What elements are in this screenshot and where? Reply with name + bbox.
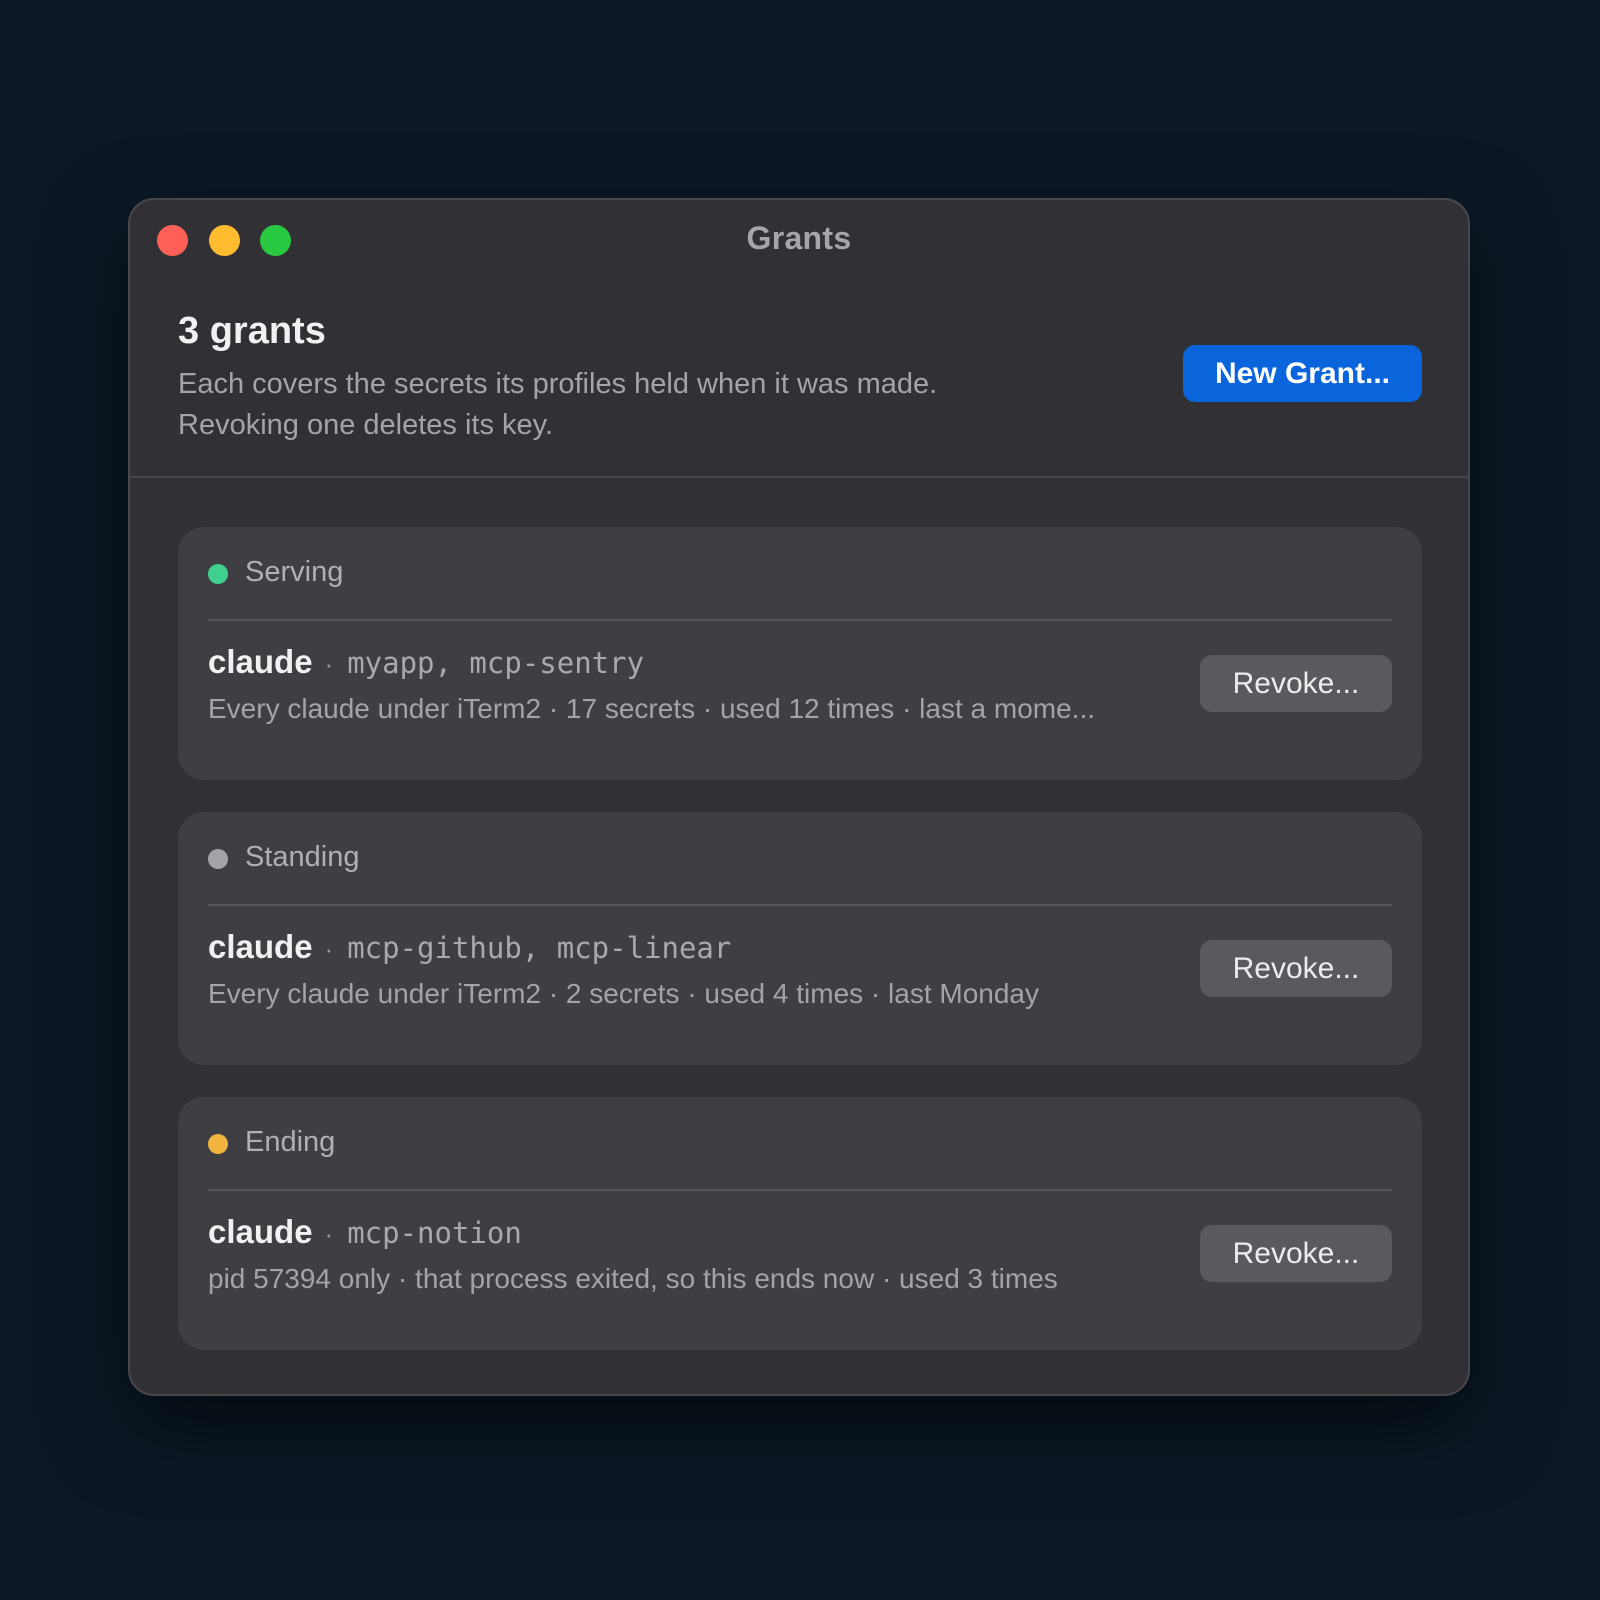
grants-description-line-2: Revoking one deletes its key. bbox=[178, 409, 554, 441]
grants-header: 3 grants Each covers the secrets its pro… bbox=[130, 282, 1468, 478]
grant-status-label: Serving bbox=[245, 556, 344, 588]
grants-description: Each covers the secrets its profiles hel… bbox=[178, 364, 1078, 446]
grant-card-header: Standing bbox=[208, 812, 1392, 906]
grant-agent-name: claude bbox=[208, 1213, 313, 1250]
status-dot-icon bbox=[208, 1134, 228, 1154]
grant-card-header: Serving bbox=[208, 527, 1392, 621]
grant-profiles: mcp-notion bbox=[347, 1216, 522, 1250]
grant-card-standing: Standing claude · mcp-github, mcp-linear E… bbox=[178, 812, 1422, 1065]
grants-description-line-1: Each covers the secrets its profiles hel… bbox=[178, 368, 938, 400]
separator-dot: · bbox=[324, 1219, 334, 1249]
title-bar: Grants bbox=[130, 200, 1468, 282]
separator-dot: · bbox=[324, 649, 334, 679]
grant-detail: pid 57394 only · that process exited, so… bbox=[208, 1263, 1058, 1294]
separator-dot: · bbox=[324, 934, 334, 964]
grant-profiles: myapp, mcp-sentry bbox=[347, 646, 645, 680]
grant-status-label: Standing bbox=[245, 841, 360, 873]
grant-summary: claude · mcp-github, mcp-linear bbox=[208, 928, 731, 966]
grant-card-ending: Ending claude · mcp-notion pid 57394 only … bbox=[178, 1097, 1422, 1350]
status-dot-icon bbox=[208, 564, 228, 584]
window-title: Grants bbox=[746, 220, 852, 256]
status-dot-icon bbox=[208, 849, 228, 869]
grant-card-serving: Serving claude · myapp, mcp-sentry Every c… bbox=[178, 527, 1422, 780]
grant-agent-name: claude bbox=[208, 928, 313, 965]
grant-agent-name: claude bbox=[208, 643, 313, 680]
grants-count-title: 3 grants bbox=[178, 310, 326, 352]
grant-status-label: Ending bbox=[245, 1126, 336, 1158]
grants-list: Serving claude · myapp, mcp-sentry Every c… bbox=[178, 527, 1422, 1382]
grant-summary: claude · myapp, mcp-sentry bbox=[208, 643, 644, 681]
revoke-button[interactable]: Revoke... bbox=[1200, 940, 1392, 997]
grant-detail: Every claude under iTerm2 · 17 secrets ·… bbox=[208, 693, 1096, 724]
grant-detail: Every claude under iTerm2 · 2 secrets · … bbox=[208, 978, 1040, 1009]
grants-window: Grants 3 grants Each covers the secrets … bbox=[128, 198, 1470, 1396]
revoke-button[interactable]: Revoke... bbox=[1200, 655, 1392, 712]
revoke-button[interactable]: Revoke... bbox=[1200, 1225, 1392, 1282]
new-grant-button[interactable]: New Grant... bbox=[1182, 345, 1422, 402]
grant-card-header: Ending bbox=[208, 1097, 1392, 1191]
grant-profiles: mcp-github, mcp-linear bbox=[347, 931, 732, 965]
grant-summary: claude · mcp-notion bbox=[208, 1213, 522, 1251]
